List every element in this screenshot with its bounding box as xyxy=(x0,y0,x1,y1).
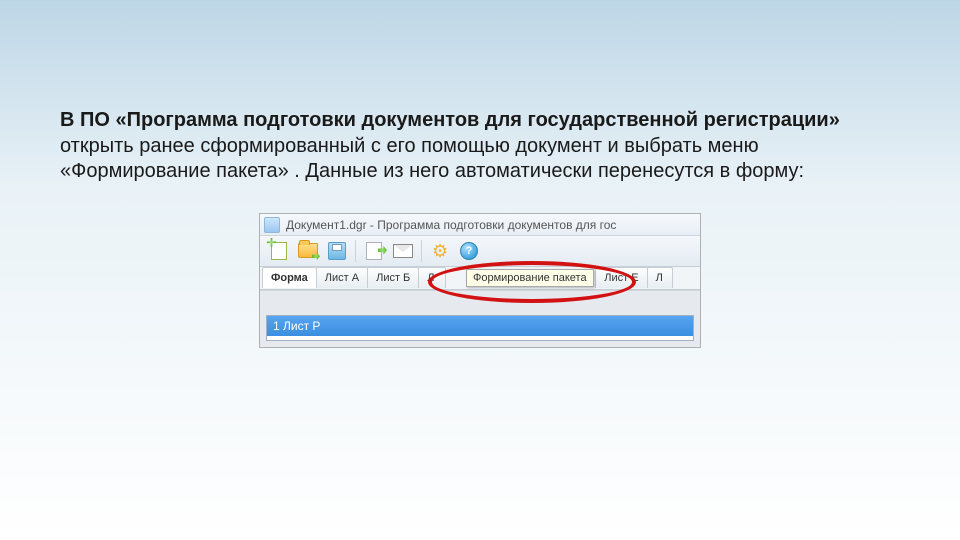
mail-icon xyxy=(393,244,413,258)
save-icon xyxy=(328,242,346,260)
app-window: Документ1.dgr - Программа подготовки док… xyxy=(259,213,701,348)
new-document-button[interactable] xyxy=(266,239,292,263)
save-button[interactable] xyxy=(324,239,350,263)
new-document-icon xyxy=(271,242,287,260)
help-icon: ? xyxy=(460,242,478,260)
gear-icon xyxy=(432,243,448,259)
help-button[interactable]: ? xyxy=(456,239,482,263)
app-body: 1 Лист Р xyxy=(260,290,700,347)
tooltip-formation: Формирование пакета xyxy=(466,269,594,287)
tabs-row: Форма Лист А Лист Б Л Лист Е Л Формирова… xyxy=(260,267,700,290)
desc-rest: открыть ранее сформированный с его помощ… xyxy=(60,135,804,183)
tab-list-a[interactable]: Лист А xyxy=(316,267,368,288)
export-button[interactable] xyxy=(361,239,387,263)
mail-button[interactable] xyxy=(390,239,416,263)
export-icon xyxy=(366,242,382,260)
window-title: Документ1.dgr - Программа подготовки док… xyxy=(286,218,616,232)
toolbar-separator xyxy=(421,240,422,262)
screenshot-wrapper: Документ1.dgr - Программа подготовки док… xyxy=(60,213,900,348)
open-button[interactable] xyxy=(295,239,321,263)
list-box[interactable]: 1 Лист Р xyxy=(266,315,694,341)
slide-text: В ПО «Программа подготовки документов дл… xyxy=(60,108,900,185)
tab-partial-left[interactable]: Л xyxy=(418,267,446,288)
titlebar: Документ1.dgr - Программа подготовки док… xyxy=(260,214,700,236)
app-icon xyxy=(264,217,280,233)
list-item-selected[interactable]: 1 Лист Р xyxy=(267,316,693,336)
tab-list-b[interactable]: Лист Б xyxy=(367,267,419,288)
tab-partial-right[interactable]: Л xyxy=(647,267,673,288)
tab-forma[interactable]: Форма xyxy=(262,267,317,288)
toolbar-separator xyxy=(355,240,356,262)
desc-bold: В ПО «Программа подготовки документов дл… xyxy=(60,109,840,131)
tab-list-e[interactable]: Лист Е xyxy=(595,267,647,288)
toolbar: ? xyxy=(260,236,700,267)
folder-open-icon xyxy=(298,243,318,258)
settings-button[interactable] xyxy=(427,239,453,263)
